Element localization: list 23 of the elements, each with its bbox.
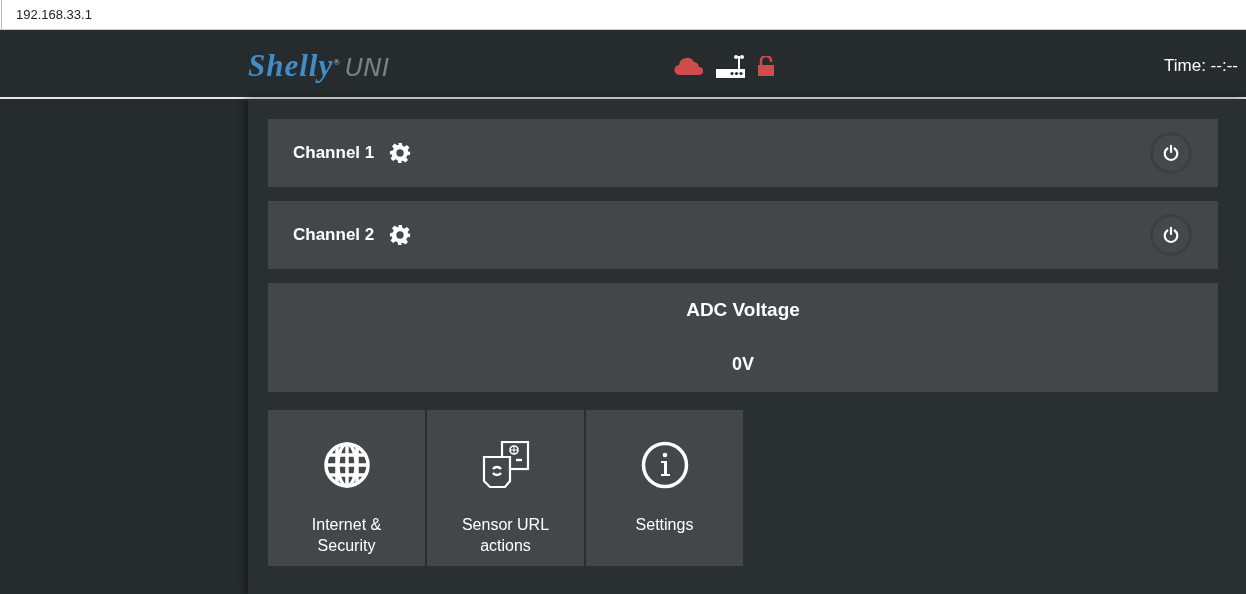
adc-value: 0V <box>732 354 754 375</box>
router-icon[interactable] <box>716 52 747 79</box>
menu-tile[interactable]: Settings <box>586 410 743 566</box>
channel-name: Channel 1 <box>293 143 375 163</box>
url-text[interactable]: 192.168.33.1 <box>16 7 92 22</box>
settings-icon[interactable] <box>389 142 412 164</box>
power-button[interactable] <box>1150 132 1192 174</box>
padlock-icon[interactable] <box>758 55 775 76</box>
cloud-icon[interactable] <box>674 55 705 76</box>
sensor-cards-icon <box>481 441 530 489</box>
model-name: UNI <box>344 52 390 82</box>
info-icon <box>640 441 689 489</box>
adc-title: ADC Voltage <box>686 299 800 321</box>
time-label: Time: --:-- <box>1164 55 1238 76</box>
power-icon <box>1162 226 1180 244</box>
logo-text: Shelly$^{®}$ <box>248 47 341 84</box>
menu-tile[interactable]: Sensor URL actions <box>427 410 584 566</box>
channel-name: Channel 2 <box>293 225 375 245</box>
settings-icon[interactable] <box>389 224 412 246</box>
globe-icon <box>322 441 371 489</box>
power-icon <box>1162 144 1180 162</box>
menu-tile[interactable]: Internet & Security <box>268 410 425 566</box>
power-button[interactable] <box>1150 214 1192 256</box>
